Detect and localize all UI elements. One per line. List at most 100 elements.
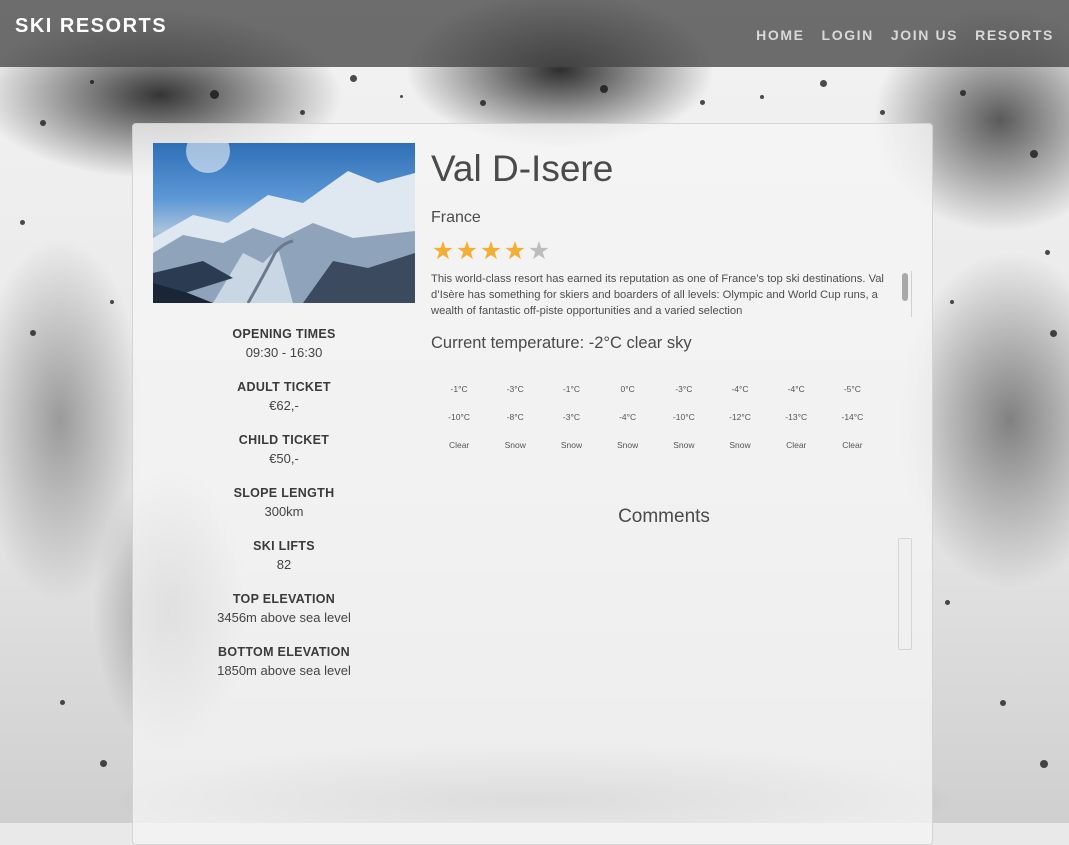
- fact-value: 1850m above sea level: [217, 663, 351, 678]
- forecast-high: -1°C: [450, 384, 468, 394]
- fact-label: SKI LIFTS: [253, 539, 315, 553]
- forecast-low: -12°C: [729, 412, 751, 422]
- forecast-low: -10°C: [672, 412, 695, 422]
- background-speck: [820, 80, 827, 87]
- comments-scrollbar[interactable]: [898, 538, 912, 650]
- forecast-condition: Clear: [842, 440, 863, 450]
- resort-facts: OPENING TIMES 09:30 - 16:30 ADULT TICKET…: [153, 326, 415, 697]
- current-temperature: Current temperature: -2°C clear sky: [431, 334, 692, 352]
- background-speck: [20, 220, 25, 225]
- background-speck: [60, 700, 65, 705]
- background-speck: [1040, 760, 1048, 768]
- fact-label: CHILD TICKET: [238, 433, 330, 447]
- background-speck: [40, 120, 46, 126]
- resort-country: France: [431, 209, 481, 226]
- description-scrollbar[interactable]: [902, 273, 908, 301]
- nav-login[interactable]: LOGIN: [822, 27, 874, 43]
- star-filled-icon: ★: [503, 237, 527, 265]
- forecast-low: -14°C: [841, 412, 864, 422]
- background-speck: [880, 110, 885, 115]
- resort-info: Val D-Isere France ★ ★ ★ ★ ★ This world-clas…: [431, 143, 913, 459]
- fact-adult-ticket: ADULT TICKET €62,-: [153, 379, 415, 415]
- fact-label: ADULT TICKET: [237, 380, 331, 394]
- fact-label: SLOPE LENGTH: [233, 486, 335, 500]
- weather-forecast: -1°C -3°C -1°C 0°C -3°C -4°C -4°C -5°C -…: [431, 375, 913, 459]
- background-speck: [1050, 330, 1057, 337]
- forecast-condition: Snow: [504, 440, 526, 450]
- resort-description: This world-class resort has earned its r…: [431, 273, 884, 317]
- fact-value: 3456m above sea level: [217, 610, 351, 625]
- fact-value: 09:30 - 16:30: [245, 345, 323, 360]
- star-filled-icon: ★: [455, 237, 479, 265]
- forecast-condition: Clear: [448, 440, 470, 450]
- fact-ski-lifts: SKI LIFTS 82: [153, 538, 415, 574]
- forecast-high: -1°C: [562, 384, 581, 394]
- background-speck: [700, 100, 705, 105]
- navbar: SKI RESORTS HOME LOGIN JOIN US RESORTS: [0, 0, 1069, 67]
- background-speck: [300, 110, 305, 115]
- background-speck: [960, 90, 966, 96]
- background-speck: [110, 300, 114, 304]
- resort-photo: [153, 143, 415, 303]
- star-empty-icon: ★: [527, 237, 551, 265]
- fact-bottom-elevation: BOTTOM ELEVATION 1850m above sea level: [153, 644, 415, 680]
- forecast-highs-row: -1°C -3°C -1°C 0°C -3°C -4°C -4°C -5°C: [431, 375, 913, 403]
- description-box[interactable]: This world-class resort has earned its r…: [431, 271, 912, 317]
- background-speck: [600, 85, 608, 93]
- nav-links: HOME LOGIN JOIN US RESORTS: [756, 27, 1054, 43]
- background-speck: [100, 760, 107, 767]
- resort-title: Val D-Isere: [431, 148, 614, 189]
- fact-top-elevation: TOP ELEVATION 3456m above sea level: [153, 591, 415, 627]
- forecast-condition: Clear: [786, 440, 807, 450]
- fact-value: 300km: [264, 504, 304, 519]
- forecast-high: -4°C: [787, 384, 805, 394]
- fact-opening-times: OPENING TIMES 09:30 - 16:30: [153, 326, 415, 362]
- forecast-condition: Snow: [673, 440, 695, 450]
- resort-card: OPENING TIMES 09:30 - 16:30 ADULT TICKET…: [132, 123, 933, 845]
- forecast-condition: Snow: [560, 440, 583, 450]
- background-speck: [350, 75, 357, 82]
- nav-join-us[interactable]: JOIN US: [891, 27, 958, 43]
- fact-label: TOP ELEVATION: [232, 592, 336, 606]
- background-speck: [210, 90, 219, 99]
- fact-label: BOTTOM ELEVATION: [218, 645, 350, 659]
- star-filled-icon: ★: [479, 237, 503, 265]
- forecast-condition: Snow: [729, 440, 751, 450]
- fact-value: 82: [276, 557, 292, 572]
- forecast-condition: Snow: [617, 440, 639, 450]
- forecast-high: 0°C: [620, 384, 635, 394]
- background-speck: [400, 95, 403, 98]
- forecast-lows-row: -10°C -8°C -3°C -4°C -10°C -12°C -13°C -…: [431, 403, 913, 431]
- background-speck: [90, 80, 94, 84]
- brand-logo[interactable]: SKI RESORTS: [15, 15, 167, 38]
- background-speck: [1030, 150, 1038, 158]
- background-speck: [1045, 250, 1050, 255]
- star-rating: ★ ★ ★ ★ ★: [431, 237, 913, 265]
- forecast-low: -4°C: [619, 412, 637, 422]
- comments-heading: Comments: [618, 506, 710, 527]
- background-speck: [30, 330, 36, 336]
- forecast-low: -10°C: [448, 412, 470, 422]
- background-speck: [1000, 700, 1006, 706]
- forecast-high: -5°C: [843, 384, 861, 394]
- background-speck: [950, 300, 954, 304]
- forecast-low: -8°C: [506, 412, 524, 422]
- mountain-landscape-photo: [153, 143, 415, 303]
- background-speck: [760, 95, 764, 99]
- forecast-low: -13°C: [785, 412, 808, 422]
- forecast-conditions-row: Clear Snow Snow Snow Snow Snow Clear Cle…: [431, 431, 913, 459]
- fact-value: €62,-: [269, 398, 299, 413]
- forecast-high: -3°C: [506, 384, 524, 394]
- forecast-high: -4°C: [731, 384, 749, 394]
- fact-slope-length: SLOPE LENGTH 300km: [153, 485, 415, 521]
- nav-home[interactable]: HOME: [756, 27, 804, 43]
- fact-child-ticket: CHILD TICKET €50,-: [153, 432, 415, 468]
- forecast-low: -3°C: [562, 412, 581, 422]
- fact-value: €50,-: [269, 451, 299, 466]
- star-filled-icon: ★: [431, 237, 455, 265]
- background-speck: [945, 600, 950, 605]
- fact-label: OPENING TIMES: [232, 327, 336, 341]
- forecast-high: -3°C: [675, 384, 693, 394]
- background-speck: [480, 100, 486, 106]
- nav-resorts[interactable]: RESORTS: [975, 27, 1054, 43]
